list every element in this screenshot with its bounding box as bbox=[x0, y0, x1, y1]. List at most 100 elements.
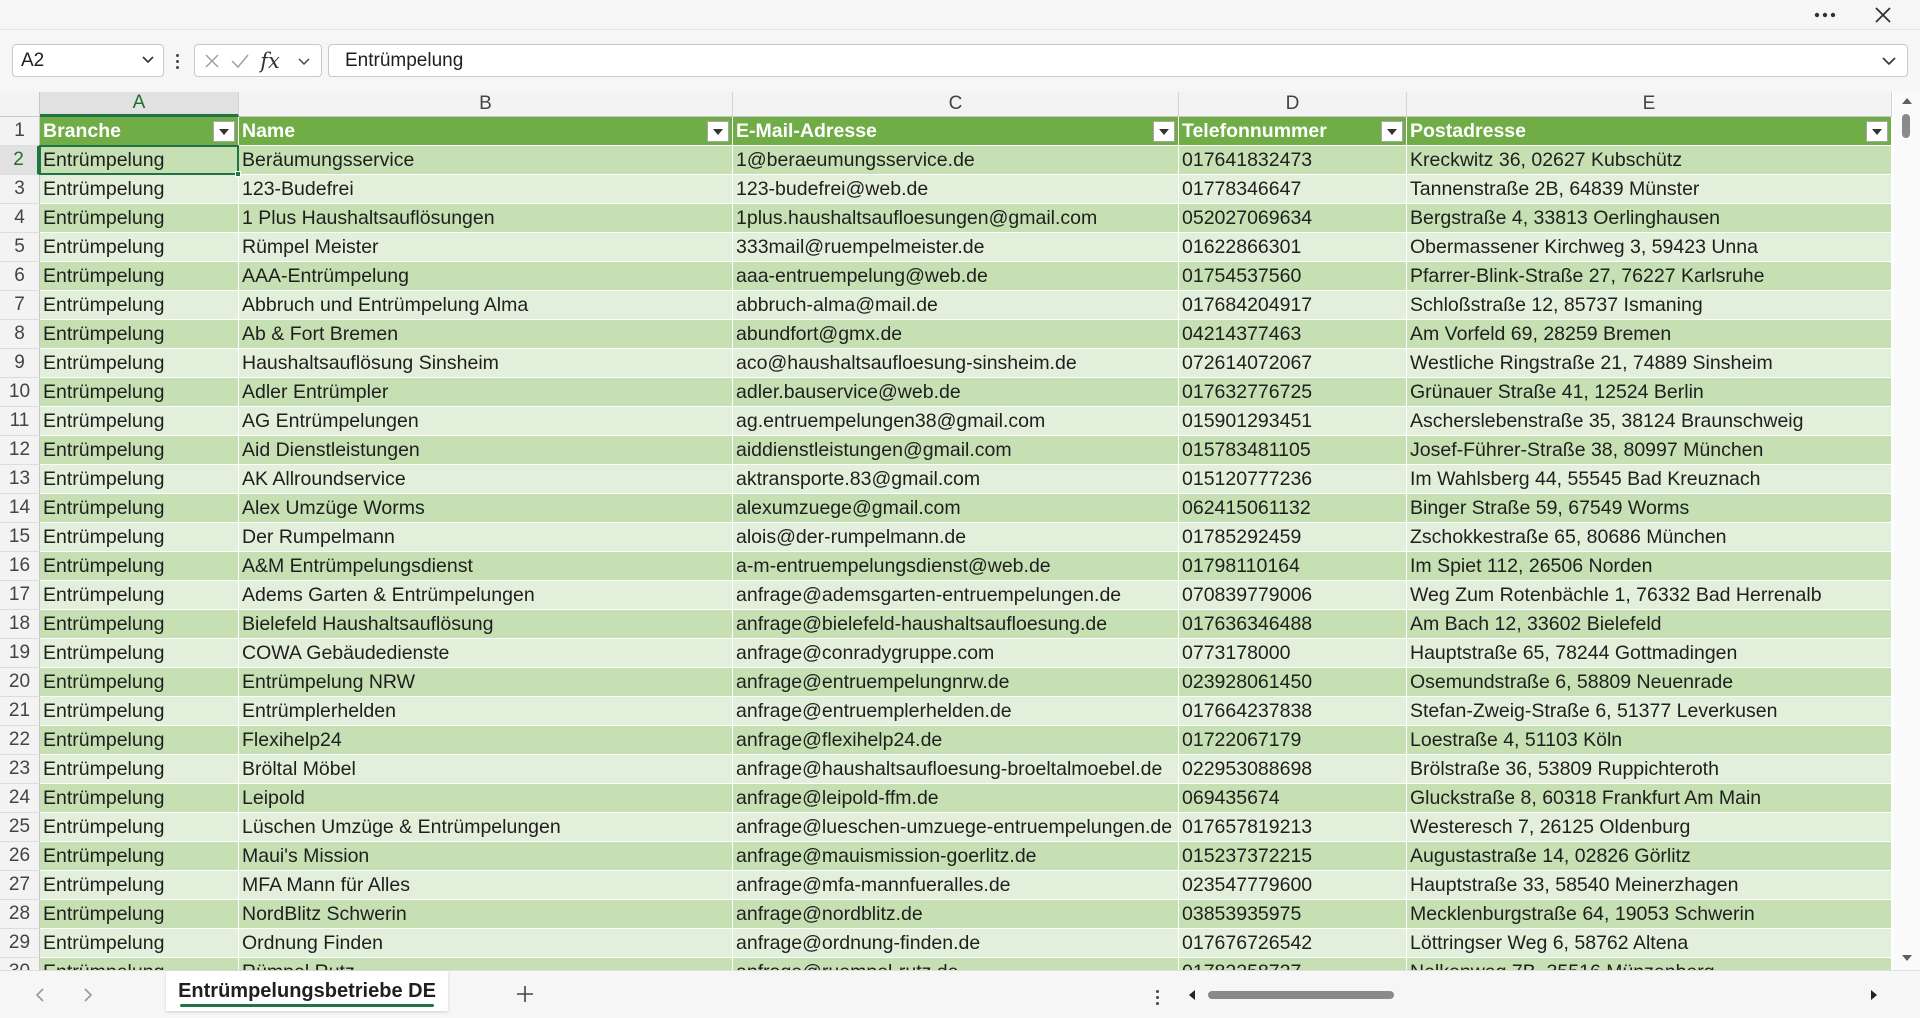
row-number[interactable]: 3 bbox=[0, 175, 40, 204]
cell-c[interactable]: anfrage@entruempelungnrw.de bbox=[733, 668, 1179, 697]
cell-c[interactable]: a-m-entruempelungsdienst@web.de bbox=[733, 552, 1179, 581]
cell-d[interactable]: 01754537560 bbox=[1179, 262, 1407, 291]
horizontal-scroll-thumb[interactable] bbox=[1208, 991, 1394, 999]
cell-a[interactable]: Entrümpelung bbox=[40, 552, 239, 581]
cell-d[interactable]: 0773178000 bbox=[1179, 639, 1407, 668]
row-number[interactable]: 22 bbox=[0, 726, 40, 755]
row-number[interactable]: 25 bbox=[0, 813, 40, 842]
cell-a[interactable]: Entrümpelung bbox=[40, 320, 239, 349]
column-header-d[interactable]: D bbox=[1179, 92, 1407, 117]
cell-a[interactable]: Entrümpelung bbox=[40, 755, 239, 784]
cell-c[interactable]: anfrage@lueschen-umzuege-entruempelungen… bbox=[733, 813, 1179, 842]
cell-d[interactable]: 017632776725 bbox=[1179, 378, 1407, 407]
cell-e[interactable]: Zschokkestraße 65, 80686 München bbox=[1407, 523, 1892, 552]
cell-e[interactable]: Mecklenburgstraße 64, 19053 Schwerin bbox=[1407, 900, 1892, 929]
confirm-entry-button[interactable] bbox=[227, 49, 253, 73]
cell-b[interactable]: Adems Garten & Entrümpelungen bbox=[239, 581, 733, 610]
formula-bar-options-icon[interactable] bbox=[172, 47, 182, 75]
select-all-corner[interactable] bbox=[0, 92, 40, 117]
add-sheet-button[interactable] bbox=[512, 981, 538, 1007]
cell-e[interactable]: Obermassener Kirchweg 3, 59423 Unna bbox=[1407, 233, 1892, 262]
cell-c[interactable]: anfrage@entruemplerhelden.de bbox=[733, 697, 1179, 726]
cell-b[interactable]: Leipold bbox=[239, 784, 733, 813]
cell-d[interactable]: 069435674 bbox=[1179, 784, 1407, 813]
cell-a[interactable]: Entrümpelung bbox=[40, 436, 239, 465]
cell-b[interactable]: AK Allroundservice bbox=[239, 465, 733, 494]
cell-e[interactable]: Hauptstraße 65, 78244 Gottmadingen bbox=[1407, 639, 1892, 668]
cell-c[interactable]: anfrage@ruempel-rutz.de bbox=[733, 958, 1179, 970]
cell-e[interactable]: Im Spiet 112, 26506 Norden bbox=[1407, 552, 1892, 581]
cell-a[interactable]: Entrümpelung bbox=[40, 378, 239, 407]
cell-a[interactable]: Entrümpelung bbox=[40, 291, 239, 320]
row-number[interactable]: 30 bbox=[0, 958, 40, 970]
cell-a[interactable]: Entrümpelung bbox=[40, 349, 239, 378]
row-number[interactable]: 26 bbox=[0, 842, 40, 871]
cell-b[interactable]: Ordnung Finden bbox=[239, 929, 733, 958]
cell-b[interactable]: AAA-Entrümpelung bbox=[239, 262, 733, 291]
cell-e[interactable]: Löttringser Weg 6, 58762 Altena bbox=[1407, 929, 1892, 958]
cell-c[interactable]: 333mail@ruempelmeister.de bbox=[733, 233, 1179, 262]
cell-b[interactable]: Lüschen Umzüge & Entrümpelungen bbox=[239, 813, 733, 842]
cell-e[interactable]: Loestraße 4, 51103 Köln bbox=[1407, 726, 1892, 755]
row-number[interactable]: 27 bbox=[0, 871, 40, 900]
cell-d[interactable]: 015237372215 bbox=[1179, 842, 1407, 871]
header-cell[interactable]: E-Mail-Adresse bbox=[733, 117, 1179, 146]
cell-d[interactable]: 03853935975 bbox=[1179, 900, 1407, 929]
cell-e[interactable]: Brölstraße 36, 53809 Ruppichteroth bbox=[1407, 755, 1892, 784]
cell-e[interactable]: Kreckwitz 36, 02627 Kubschütz bbox=[1407, 146, 1892, 175]
cell-a[interactable]: Entrümpelung bbox=[40, 668, 239, 697]
cell-e[interactable]: Bergstraße 4, 33813 Oerlinghausen bbox=[1407, 204, 1892, 233]
cell-c[interactable]: adler.bauservice@web.de bbox=[733, 378, 1179, 407]
row-number[interactable]: 16 bbox=[0, 552, 40, 581]
cell-c[interactable]: anfrage@bielefeld-haushaltsaufloesung.de bbox=[733, 610, 1179, 639]
cell-b[interactable]: 123-Budefrei bbox=[239, 175, 733, 204]
cell-c[interactable]: aktransporte.83@gmail.com bbox=[733, 465, 1179, 494]
header-cell[interactable]: Telefonnummer bbox=[1179, 117, 1407, 146]
cancel-entry-button[interactable] bbox=[199, 49, 225, 73]
cell-a[interactable]: Entrümpelung bbox=[40, 204, 239, 233]
cell-d[interactable]: 01785292459 bbox=[1179, 523, 1407, 552]
cell-d[interactable]: 04214377463 bbox=[1179, 320, 1407, 349]
cell-a[interactable]: Entrümpelung bbox=[40, 494, 239, 523]
scroll-down-icon[interactable] bbox=[1901, 952, 1913, 964]
row-number[interactable]: 10 bbox=[0, 378, 40, 407]
function-dropdown-button[interactable] bbox=[291, 49, 317, 73]
row-number[interactable]: 29 bbox=[0, 929, 40, 958]
cell-d[interactable]: 01622866301 bbox=[1179, 233, 1407, 262]
cell-c[interactable]: 1@beraeumungsservice.de bbox=[733, 146, 1179, 175]
row-number[interactable]: 14 bbox=[0, 494, 40, 523]
cell-d[interactable]: 023547779600 bbox=[1179, 871, 1407, 900]
cell-d[interactable]: 017676726542 bbox=[1179, 929, 1407, 958]
cell-e[interactable]: Im Wahlsberg 44, 55545 Bad Kreuznach bbox=[1407, 465, 1892, 494]
row-number[interactable]: 12 bbox=[0, 436, 40, 465]
cell-a[interactable]: Entrümpelung bbox=[40, 900, 239, 929]
row-number[interactable]: 7 bbox=[0, 291, 40, 320]
cell-d[interactable]: 017636346488 bbox=[1179, 610, 1407, 639]
row-number[interactable]: 1 bbox=[0, 117, 40, 146]
cell-d[interactable]: 017641832473 bbox=[1179, 146, 1407, 175]
cell-e[interactable]: Stefan-Zweig-Straße 6, 51377 Leverkusen bbox=[1407, 697, 1892, 726]
cell-d[interactable]: 052027069634 bbox=[1179, 204, 1407, 233]
cell-e[interactable]: Westliche Ringstraße 21, 74889 Sinsheim bbox=[1407, 349, 1892, 378]
next-sheet-button[interactable] bbox=[78, 983, 98, 1007]
row-number[interactable]: 15 bbox=[0, 523, 40, 552]
spreadsheet-grid[interactable]: A B C D E 1 Branche Name E-Mail-Adresse Telefonnu… bbox=[0, 92, 1892, 970]
cell-e[interactable]: Josef-Führer-Straße 38, 80997 München bbox=[1407, 436, 1892, 465]
column-header-e[interactable]: E bbox=[1407, 92, 1892, 117]
cell-c[interactable]: abbruch-alma@mail.de bbox=[733, 291, 1179, 320]
filter-dropdown-button[interactable] bbox=[707, 121, 729, 142]
column-header-a[interactable]: A bbox=[40, 92, 239, 117]
row-number[interactable]: 5 bbox=[0, 233, 40, 262]
cell-c[interactable]: anfrage@nordblitz.de bbox=[733, 900, 1179, 929]
cell-d[interactable]: 01778346647 bbox=[1179, 175, 1407, 204]
column-header-b[interactable]: B bbox=[239, 92, 733, 117]
formula-input[interactable]: Entrümpelung bbox=[328, 44, 1908, 77]
row-number[interactable]: 21 bbox=[0, 697, 40, 726]
filter-dropdown-button[interactable] bbox=[1866, 121, 1888, 142]
cell-c[interactable]: ag.entruempelungen38@gmail.com bbox=[733, 407, 1179, 436]
cell-c[interactable]: anfrage@leipold-ffm.de bbox=[733, 784, 1179, 813]
cell-e[interactable]: Am Bach 12, 33602 Bielefeld bbox=[1407, 610, 1892, 639]
row-number[interactable]: 8 bbox=[0, 320, 40, 349]
cell-d[interactable]: 015901293451 bbox=[1179, 407, 1407, 436]
cell-b[interactable]: MFA Mann für Alles bbox=[239, 871, 733, 900]
